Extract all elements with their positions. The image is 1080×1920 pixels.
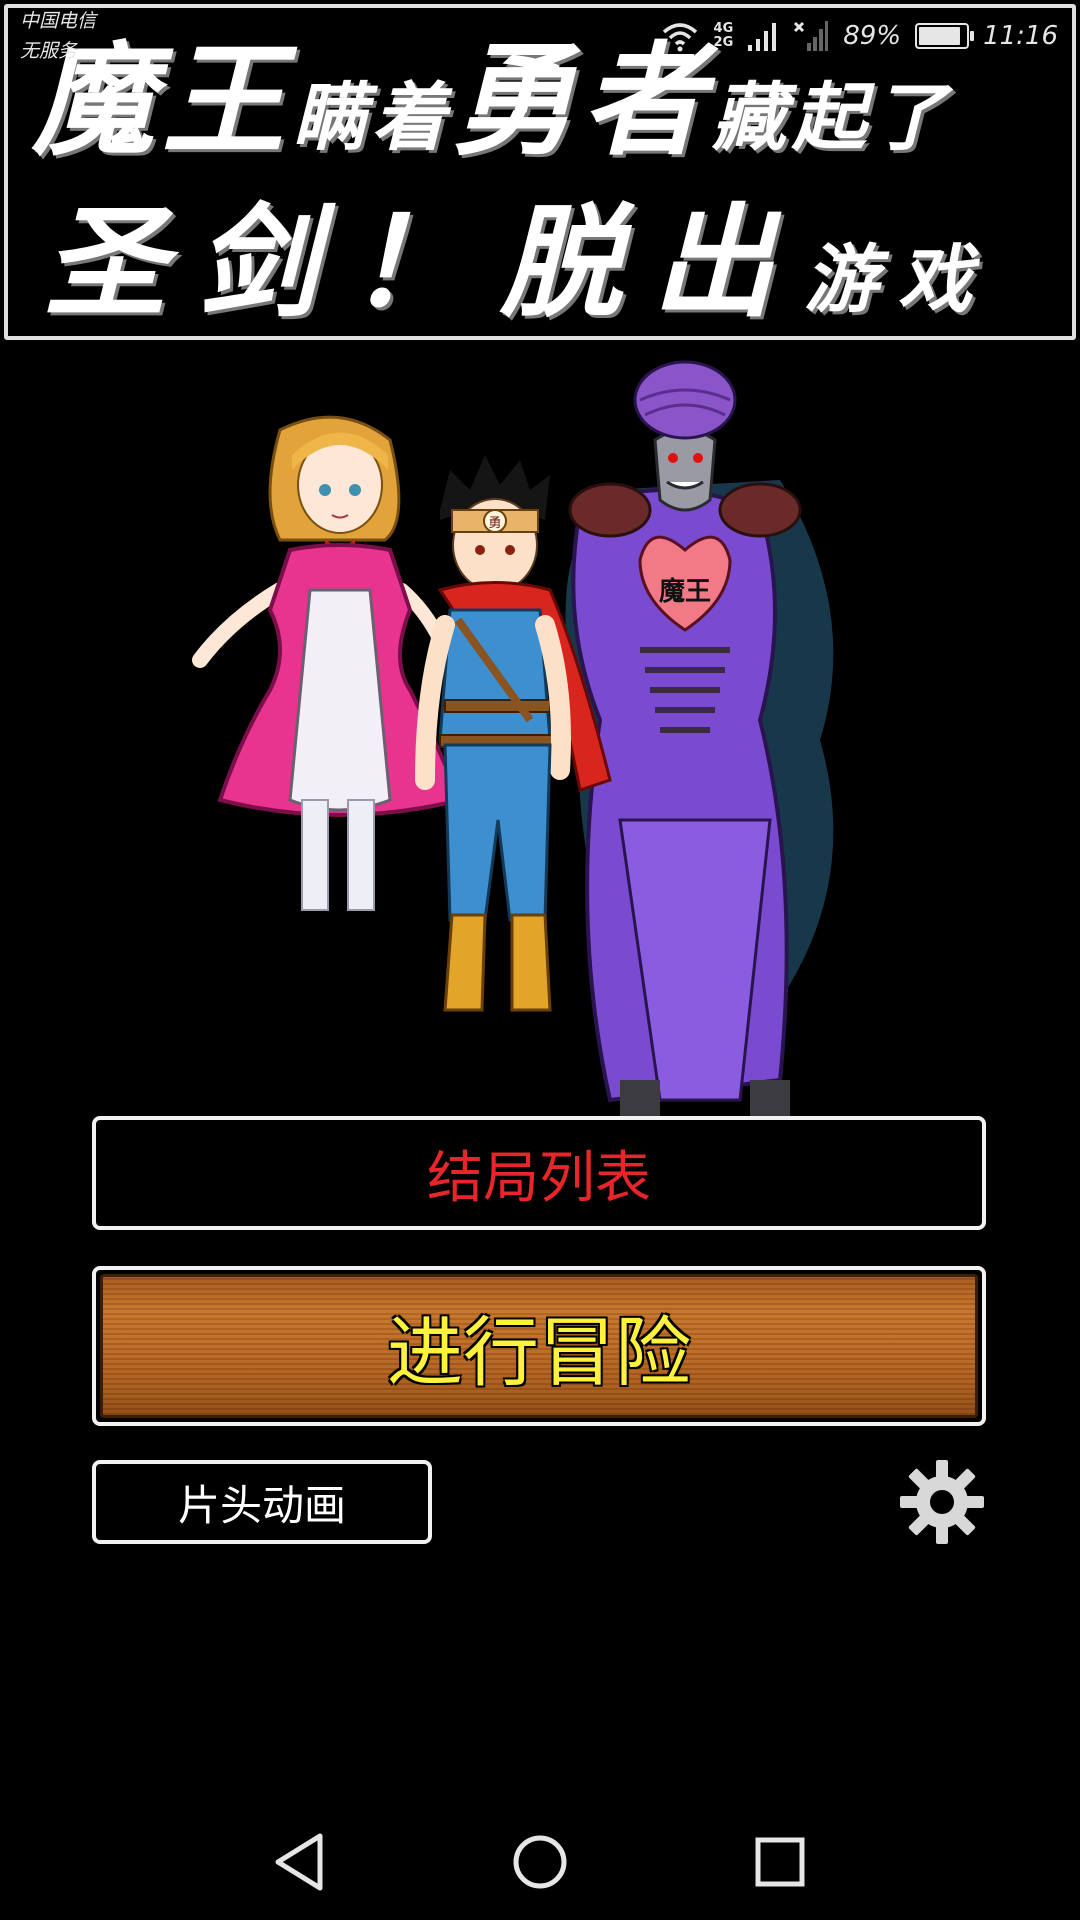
hero-headband-text: 勇: [488, 516, 501, 531]
wifi-icon: [662, 23, 697, 52]
back-icon: [275, 1833, 323, 1891]
intro-animation-button[interactable]: 片头动画: [92, 1460, 432, 1544]
status-indicators: 4G 2G 89% 11:16: [660, 14, 1058, 58]
nav-back-button[interactable]: [260, 1822, 340, 1902]
battery-fill: [919, 27, 960, 45]
title-segment: 脱出: [500, 192, 804, 334]
carrier-service: 无服务: [20, 40, 78, 62]
title-line-2: 圣剑！脱出游戏: [8, 188, 1080, 355]
battery-percent: 89%: [843, 21, 902, 51]
demon-lord-chest-text: 魔王: [659, 577, 711, 607]
clock: 11:16: [983, 21, 1058, 51]
endings-list-button[interactable]: 结局列表: [92, 1116, 986, 1230]
status-bar: 中国电信 无服务 4G 2G 89% 11:16: [0, 0, 1080, 72]
no-signal-icon: [794, 21, 829, 51]
signal-icon: [748, 23, 777, 51]
princess-character: [192, 415, 463, 911]
characters-art: 魔王 勇: [192, 360, 834, 1140]
start-adventure-label: 进行冒险: [100, 1274, 978, 1418]
home-icon: [513, 1835, 567, 1889]
settings-button[interactable]: [898, 1458, 986, 1546]
battery-icon: [915, 23, 975, 49]
title-segment: 游戏: [804, 237, 992, 323]
carrier-info: 中国电信 无服务: [20, 6, 96, 66]
demon-lord-character: 魔王: [565, 360, 834, 1140]
gear-icon: [900, 1460, 984, 1544]
network-type-top: 4G: [713, 21, 734, 36]
carrier-name: 中国电信: [20, 10, 97, 32]
start-adventure-button[interactable]: 进行冒险: [92, 1266, 986, 1426]
title-segment: 圣剑！: [44, 192, 500, 334]
network-type: 4G 2G: [714, 22, 734, 50]
nav-recent-button[interactable]: [740, 1822, 820, 1902]
recent-apps-icon: [755, 1837, 805, 1887]
network-type-bottom: 2G: [713, 35, 734, 50]
navigation-bar: [0, 1800, 1080, 1920]
nav-home-button[interactable]: [500, 1822, 580, 1902]
character-illustration: 魔王 勇: [140, 360, 960, 1160]
